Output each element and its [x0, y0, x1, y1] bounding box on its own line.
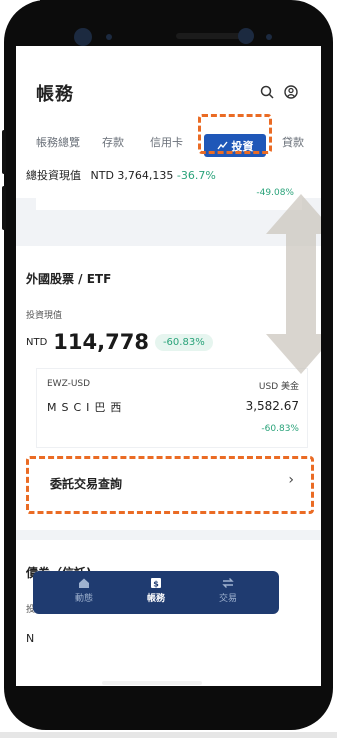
page-title: 帳務	[36, 84, 74, 105]
holding-value: 3,582.67	[245, 399, 299, 413]
nav-label-accounts: 帳務	[146, 594, 165, 604]
holding-change: -60.83%	[261, 424, 299, 434]
value-change-badge: -60.83%	[154, 333, 213, 351]
summary-label: 總投資現值	[26, 169, 81, 182]
home-icon	[79, 578, 89, 588]
app-header: 帳務 帳務總覽 存款 信用卡 投資 貸款 總投資現值 NTD 3,764,135…	[16, 46, 321, 198]
tab-credit-card[interactable]: 信用卡	[150, 134, 183, 150]
nav-item-accounts[interactable]: $ 帳務	[131, 577, 181, 604]
phone-notch	[40, 0, 290, 46]
side-button	[2, 130, 6, 174]
bottom-nav: 動態 $ 帳務 交易	[33, 571, 279, 614]
highlight-order-inquiry	[26, 456, 314, 514]
sensor-icon	[266, 34, 272, 40]
svg-text:$: $	[153, 580, 159, 589]
holding-name: MSCI巴西	[47, 401, 127, 414]
account-tabs: 帳務總覽 存款 信用卡 投資 貸款	[16, 132, 321, 157]
tab-deposits[interactable]: 存款	[102, 134, 124, 150]
nav-item-trade[interactable]: 交易	[203, 577, 253, 604]
tab-overview[interactable]: 帳務總覽	[36, 134, 80, 150]
highlight-investment-tab	[198, 114, 272, 154]
swap-icon	[222, 578, 234, 588]
tab-loans[interactable]: 貸款	[282, 134, 304, 150]
nav-item-activity[interactable]: 動態	[59, 577, 109, 604]
side-button	[2, 186, 6, 230]
phone-frame: 帳務 帳務總覽 存款 信用卡 投資 貸款 總投資現值 NTD 3,764,135…	[0, 0, 337, 738]
summary-amount: 3,764,135	[117, 169, 174, 182]
holding-currency: USD 美金	[258, 382, 299, 392]
summary-currency: NTD	[90, 169, 114, 182]
home-indicator[interactable]	[102, 681, 202, 685]
dollar-icon: $	[151, 578, 161, 589]
holding-code: EWZ-USD	[47, 379, 91, 389]
nav-label-trade: 交易	[218, 594, 237, 604]
nav-label-activity: 動態	[74, 594, 93, 604]
camera-icon	[238, 28, 254, 44]
value-currency: NTD	[26, 336, 48, 348]
summary-card[interactable]: -49.08%	[36, 184, 302, 210]
bond-currency: N	[26, 632, 35, 645]
total-investment-summary: 總投資現值 NTD 3,764,135 -36.7%	[26, 167, 216, 183]
holding-card[interactable]: EWZ-USD USD 美金 MSCI巴西 3,582.67 -60.83%	[36, 368, 308, 448]
investment-value-row: NTD 114,778 -60.83%	[26, 330, 213, 354]
value-amount: 114,778	[53, 330, 149, 354]
profile-icon[interactable]	[283, 84, 299, 100]
speaker-grille	[176, 33, 244, 39]
section-title: 外國股票 / ETF	[26, 272, 112, 286]
scroll-arrow-icon	[266, 194, 321, 374]
value-label: 投資現值	[26, 311, 63, 321]
summary-change: -36.7%	[176, 169, 216, 182]
search-icon[interactable]	[259, 84, 275, 100]
sensor-icon	[106, 34, 112, 40]
floor-shadow	[0, 732, 337, 738]
camera-icon	[74, 28, 92, 46]
